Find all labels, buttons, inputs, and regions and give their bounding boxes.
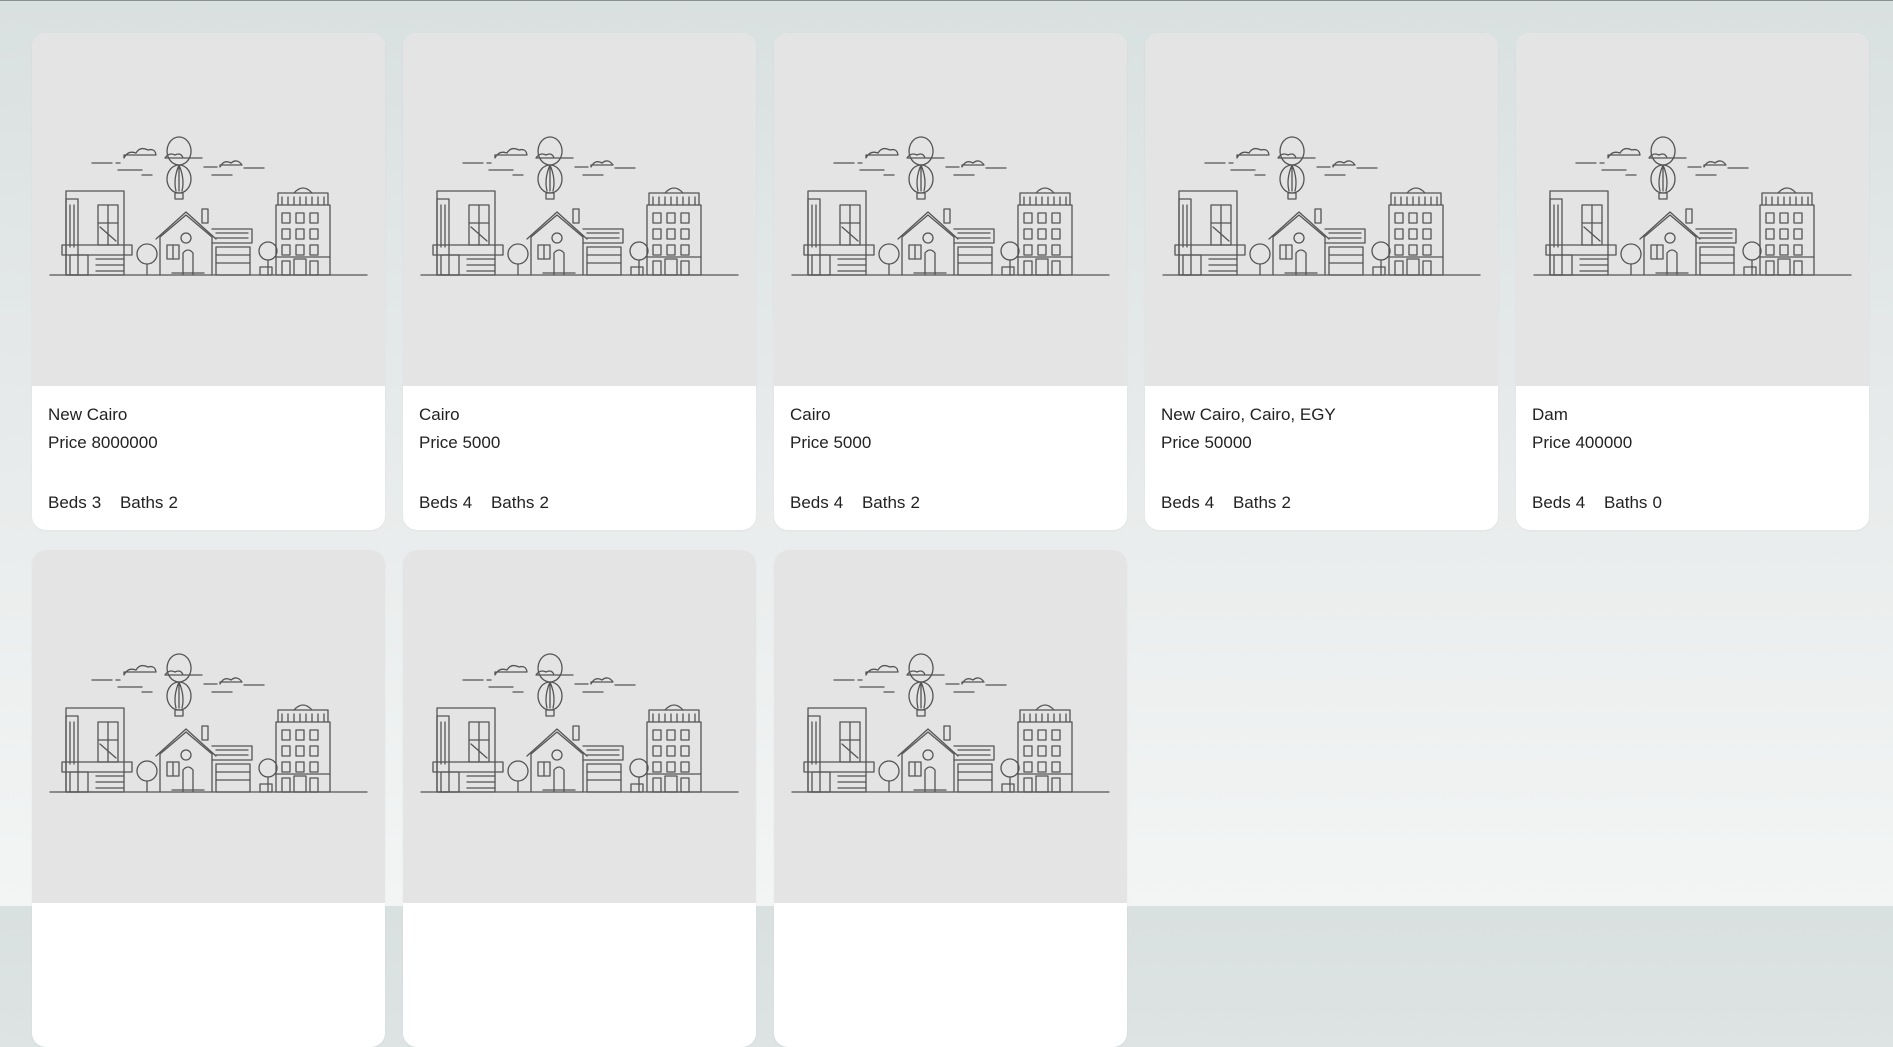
- beds-label: Beds: [48, 493, 87, 512]
- house-illustration-icon: [420, 136, 739, 276]
- beds-spec: Beds 4: [790, 493, 843, 512]
- listing-price: Price 400000: [1532, 432, 1853, 453]
- house-illustration-icon: [791, 136, 1110, 276]
- baths-spec: Baths 2: [120, 493, 178, 512]
- listing-image[interactable]: [32, 33, 385, 386]
- baths-spec: Baths 2: [862, 493, 920, 512]
- listing-price: Price 5000: [419, 432, 740, 453]
- baths-spec: Baths 0: [1604, 493, 1662, 512]
- price-value: 50000: [1204, 433, 1252, 452]
- house-illustration-icon: [791, 653, 1110, 793]
- baths-spec: Baths 2: [1233, 493, 1291, 512]
- listing-card[interactable]: Cairo Price 5000 Beds 4 Baths 2: [774, 33, 1127, 530]
- listing-specs: Beds 4 Baths 2: [1161, 492, 1482, 513]
- listing-specs: Beds 4 Baths 2: [790, 492, 1111, 513]
- window-top-border: [0, 0, 1893, 1]
- listing-location: New Cairo: [48, 405, 128, 424]
- beds-label: Beds: [1532, 493, 1571, 512]
- listing-specs: Beds 4 Baths 0: [1532, 492, 1853, 513]
- price-value: 5000: [462, 433, 501, 452]
- baths-value: 2: [910, 493, 920, 512]
- listing-price: Price 8000000: [48, 432, 369, 453]
- beds-value: 4: [1575, 493, 1586, 512]
- baths-label: Baths: [861, 493, 906, 512]
- listing-image[interactable]: [32, 550, 385, 903]
- baths-value: 2: [168, 493, 178, 512]
- price-label: Price: [1532, 433, 1571, 452]
- listing-specs: Beds 4 Baths 2: [419, 492, 740, 513]
- house-illustration-icon: [49, 653, 368, 793]
- house-illustration-icon: [420, 653, 739, 793]
- listing-card[interactable]: [774, 550, 1127, 1047]
- listing-card[interactable]: [403, 550, 756, 1047]
- price-label: Price: [790, 433, 829, 452]
- listing-image[interactable]: [1516, 33, 1869, 386]
- price-value: 8000000: [91, 433, 158, 452]
- listing-image[interactable]: [1145, 33, 1498, 386]
- listing-card[interactable]: Cairo Price 5000 Beds 4 Baths 2: [403, 33, 756, 530]
- baths-label: Baths: [119, 493, 164, 512]
- listing-price: Price 5000: [790, 432, 1111, 453]
- baths-label: Baths: [490, 493, 535, 512]
- listing-specs: Beds 3 Baths 2: [48, 492, 369, 513]
- beds-label: Beds: [419, 493, 458, 512]
- price-value: 5000: [833, 433, 872, 452]
- house-illustration-icon: [49, 136, 368, 276]
- baths-label: Baths: [1232, 493, 1277, 512]
- listing-location: New Cairo, Cairo, EGY: [1161, 405, 1336, 424]
- listing-location: Dam: [1532, 405, 1568, 424]
- baths-value: 0: [1652, 493, 1662, 512]
- listings-grid: New Cairo Price 8000000 Beds 3 Baths 2 Cai…: [32, 33, 1869, 1047]
- price-label: Price: [48, 433, 87, 452]
- beds-spec: Beds 4: [419, 493, 472, 512]
- beds-spec: Beds 4: [1161, 493, 1214, 512]
- beds-label: Beds: [790, 493, 829, 512]
- listing-location: Cairo: [790, 405, 831, 424]
- baths-value: 2: [539, 493, 549, 512]
- listing-card[interactable]: Dam Price 400000 Beds 4 Baths 0: [1516, 33, 1869, 530]
- listing-image[interactable]: [403, 33, 756, 386]
- listing-card[interactable]: New Cairo, Cairo, EGY Price 50000 Beds 4 …: [1145, 33, 1498, 530]
- beds-spec: Beds 4: [1532, 493, 1585, 512]
- baths-spec: Baths 2: [491, 493, 549, 512]
- beds-value: 4: [462, 493, 473, 512]
- beds-label: Beds: [1161, 493, 1200, 512]
- price-label: Price: [1161, 433, 1200, 452]
- price-value: 400000: [1575, 433, 1633, 452]
- house-illustration-icon: [1162, 136, 1481, 276]
- price-label: Price: [419, 433, 458, 452]
- listing-price: Price 50000: [1161, 432, 1482, 453]
- listing-image[interactable]: [403, 550, 756, 903]
- beds-value: 3: [91, 493, 102, 512]
- listing-image[interactable]: [774, 33, 1127, 386]
- beds-value: 4: [1204, 493, 1215, 512]
- baths-value: 2: [1281, 493, 1291, 512]
- listing-card[interactable]: [32, 550, 385, 1047]
- beds-spec: Beds 3: [48, 493, 101, 512]
- house-illustration-icon: [1533, 136, 1852, 276]
- listing-image[interactable]: [774, 550, 1127, 903]
- listing-location: Cairo: [419, 405, 460, 424]
- baths-label: Baths: [1603, 493, 1648, 512]
- beds-value: 4: [833, 493, 844, 512]
- listing-card[interactable]: New Cairo Price 8000000 Beds 3 Baths 2: [32, 33, 385, 530]
